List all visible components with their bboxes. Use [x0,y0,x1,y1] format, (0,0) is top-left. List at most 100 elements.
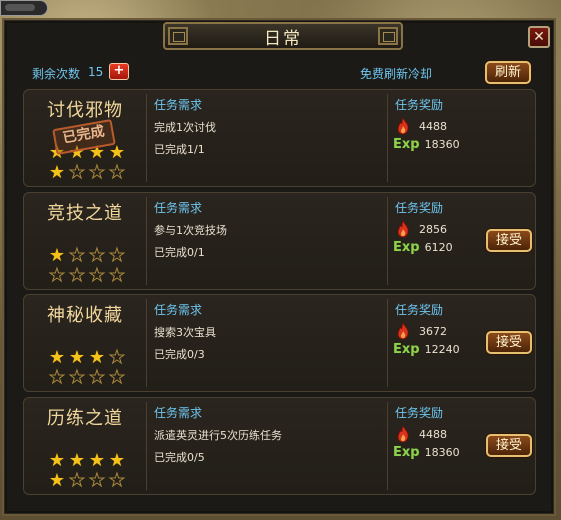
star-filled-icon: ★ [48,162,66,183]
exp-icon: Exp [393,240,420,255]
star-empty-icon: ★ [108,245,126,266]
star-empty-icon: ★ [108,367,126,388]
top-left-widget[interactable] [0,0,48,16]
requirement-heading: 任务需求 [154,98,203,112]
reward-flame-value: 4488 [419,119,447,133]
requirement-heading: 任务需求 [154,201,203,215]
difficulty-stars: ★ ★ ★ ★ ★ ★ ★ ★ [48,450,128,491]
star-empty-icon: ★ [68,162,86,183]
window-title: 日常 [264,28,302,49]
star-empty-icon: ★ [68,245,86,266]
add-attempts-button[interactable]: + [109,63,129,80]
row-divider [146,197,147,285]
title-ornament-left-icon [168,27,188,45]
progress-text: 已完成0/3 [154,348,205,361]
star-empty-icon: ★ [108,265,126,286]
reward-flame-value: 4488 [419,427,447,441]
star-empty-icon: ★ [48,265,66,286]
star-empty-icon: ★ [108,470,126,491]
reward-exp-value: 6120 [424,241,453,254]
flame-icon [397,220,409,238]
reward-flame-value: 2856 [419,222,447,236]
task-row: 历练之道 ★ ★ ★ ★ ★ ★ ★ ★ 任务需求派遣英灵进行5次历练任务 已完成0/5 任务奖励 44… [23,397,536,495]
title-ornament-right-icon [378,27,398,45]
difficulty-stars: ★ ★ ★ ★ ★ ★ ★ ★ [48,347,128,388]
remaining-count-value: 15 [88,65,104,79]
refresh-button[interactable]: 刷新 [485,61,531,84]
reward-exp: Exp 6120 [393,240,453,255]
task-row: 竞技之道 ★ ★ ★ ★ ★ ★ ★ ★ 任务需求 参与1次竞技场 已完成0/1 任务奖励 2856 Exp… [23,192,536,290]
row-divider [146,299,147,387]
row-divider [146,402,147,490]
star-empty-icon: ★ [88,245,106,266]
task-name: 讨伐邪物 [47,100,123,121]
reward-heading: 任务奖励 [395,303,444,317]
progress-text: 已完成0/1 [154,246,205,259]
star-empty-icon: ★ [88,162,106,183]
row-divider [387,402,388,490]
progress-text: 已完成0/5 [154,451,205,464]
reward-flame: 3672 [395,322,447,340]
requirement-heading: 任务需求 [154,303,203,317]
row-divider [387,94,388,182]
progress-text: 已完成1/1 [154,143,205,156]
star-empty-icon: ★ [108,162,126,183]
star-empty-icon: ★ [108,347,126,368]
star-filled-icon: ★ [108,450,126,471]
remaining-count-label: 剩余次数 [32,67,81,81]
reward-flame: 4488 [395,425,447,443]
reward-flame: 2856 [395,220,447,238]
accept-button[interactable]: 接受 [486,331,532,354]
requirement-text: 完成1次讨伐 [154,121,216,134]
row-divider [387,197,388,285]
star-empty-icon: ★ [68,265,86,286]
accept-button[interactable]: 接受 [486,434,532,457]
star-empty-icon: ★ [88,265,106,286]
reward-heading: 任务奖励 [395,201,444,215]
task-row: 神秘收藏 ★ ★ ★ ★ ★ ★ ★ ★ 任务需求 搜索3次宝具 已完成0/3 任务奖励 3672 Exp 1… [23,294,536,392]
requirement-heading: 任务需求 [154,406,203,420]
requirement-text: 参与1次竞技场 [154,224,227,237]
flame-icon [397,425,409,443]
exp-icon: Exp [393,342,420,357]
reward-flame: 4488 [395,117,447,135]
star-empty-icon: ★ [68,470,86,491]
row-divider [146,94,147,182]
reward-exp-value: 18360 [424,446,460,459]
reward-exp: Exp 12240 [393,342,460,357]
star-filled-icon: ★ [88,347,106,368]
star-empty-icon: ★ [48,367,66,388]
row-divider [387,299,388,387]
reward-exp-value: 12240 [424,343,460,356]
task-name: 历练之道 [47,408,123,429]
star-filled-icon: ★ [88,450,106,471]
reward-exp: Exp 18360 [393,137,460,152]
star-empty-icon: ★ [68,367,86,388]
reward-heading: 任务奖励 [395,98,444,112]
star-filled-icon: ★ [68,347,86,368]
reward-exp: Exp 18360 [393,445,460,460]
star-empty-icon: ★ [88,470,106,491]
star-filled-icon: ★ [48,245,66,266]
task-row: 讨伐邪物 ★ ★ ★ ★ ★ ★ ★ ★ 已完成 任务需求 完成1次讨伐 已完成1/1 任务奖励 4488 E… [23,89,536,187]
star-filled-icon: ★ [48,450,66,471]
flame-icon [397,117,409,135]
accept-button[interactable]: 接受 [486,229,532,252]
requirement-text: 派遣英灵进行5次历练任务 [154,429,282,442]
star-filled-icon: ★ [48,347,66,368]
reward-flame-value: 3672 [419,324,447,338]
reward-exp-value: 18360 [424,138,460,151]
difficulty-stars: ★ ★ ★ ★ ★ ★ ★ ★ [48,245,128,286]
title-bar: 日常 [163,22,403,50]
exp-icon: Exp [393,137,420,152]
star-filled-icon: ★ [108,142,126,163]
star-filled-icon: ★ [68,450,86,471]
reward-heading: 任务奖励 [395,406,444,420]
close-button[interactable]: ✕ [528,26,550,48]
flame-icon [397,322,409,340]
star-empty-icon: ★ [88,367,106,388]
requirement-text: 搜索3次宝具 [154,326,216,339]
task-name: 神秘收藏 [47,305,123,326]
task-name: 竞技之道 [47,203,123,224]
free-refresh-cooldown: 免费刷新冷却 [360,67,433,81]
